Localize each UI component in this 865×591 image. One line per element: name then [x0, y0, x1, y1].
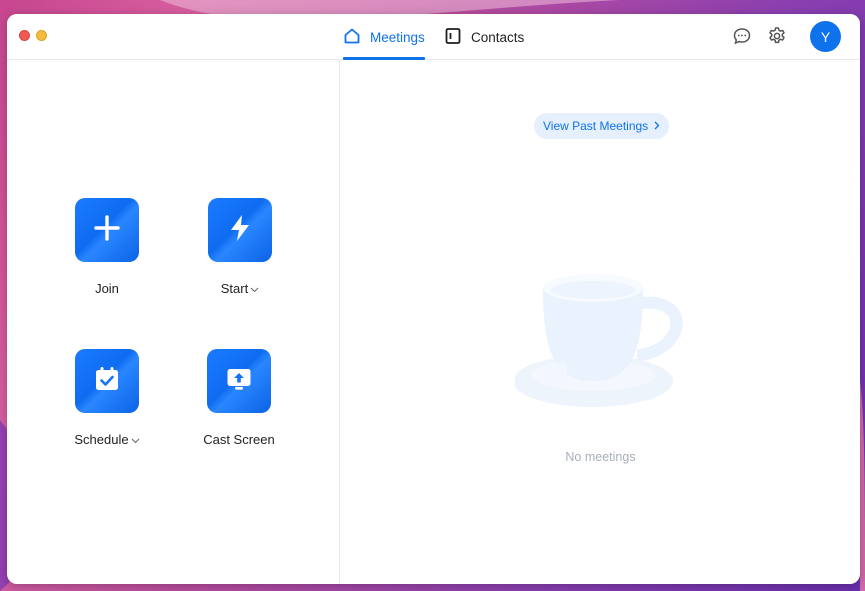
tab-contacts[interactable]: Contacts: [444, 14, 524, 60]
title-bar: Meetings Contacts Y: [7, 14, 860, 60]
chevron-down-icon[interactable]: [131, 436, 140, 446]
home-icon: [343, 27, 361, 48]
view-past-meetings-label: View Past Meetings: [543, 119, 649, 133]
plus-icon: [93, 214, 121, 247]
close-window-button[interactable]: [19, 30, 30, 41]
empty-cup-illustration: [515, 274, 683, 407]
start-button[interactable]: [208, 198, 272, 262]
join-button[interactable]: [75, 198, 139, 262]
schedule-label[interactable]: Schedule: [74, 432, 139, 447]
meetings-pane: View Past Meetings No meetings: [341, 61, 860, 584]
tab-meetings-label: Meetings: [370, 29, 425, 45]
no-meetings-text: No meetings: [565, 450, 636, 464]
zoom-window: Meetings Contacts Y Join Start Schedule …: [7, 14, 860, 584]
avatar[interactable]: Y: [810, 21, 841, 52]
start-action: Start: [175, 198, 305, 296]
schedule-button[interactable]: [75, 349, 139, 413]
gear-icon[interactable]: [766, 25, 788, 47]
cast-screen-icon: [225, 365, 253, 398]
minimize-window-button[interactable]: [36, 30, 47, 41]
contacts-icon: [444, 27, 462, 48]
schedule-action: Schedule: [42, 349, 172, 447]
view-past-meetings-button[interactable]: View Past Meetings: [534, 113, 670, 139]
tab-contacts-label: Contacts: [471, 29, 525, 45]
chevron-down-icon[interactable]: [250, 285, 259, 295]
chat-icon[interactable]: [731, 25, 753, 47]
cast-screen-label-text: Cast Screen: [203, 432, 275, 447]
lightning-icon: [227, 214, 253, 247]
join-label: Join: [95, 281, 119, 296]
cast-screen-label: Cast Screen: [203, 432, 275, 447]
calendar-check-icon: [93, 365, 121, 398]
join-label-text: Join: [95, 281, 119, 296]
chevron-right-icon: [654, 119, 660, 133]
start-label-text: Start: [220, 281, 249, 296]
cast-screen-button[interactable]: [207, 349, 271, 413]
schedule-label-text: Schedule: [74, 432, 129, 447]
avatar-initial: Y: [820, 28, 831, 45]
cast-screen-action: Cast Screen: [174, 349, 304, 447]
join-action: Join: [42, 198, 172, 296]
start-label[interactable]: Start: [221, 281, 259, 296]
actions-pane: Join Start Schedule Cast Screen: [7, 61, 340, 584]
tab-meetings[interactable]: Meetings: [343, 14, 425, 60]
